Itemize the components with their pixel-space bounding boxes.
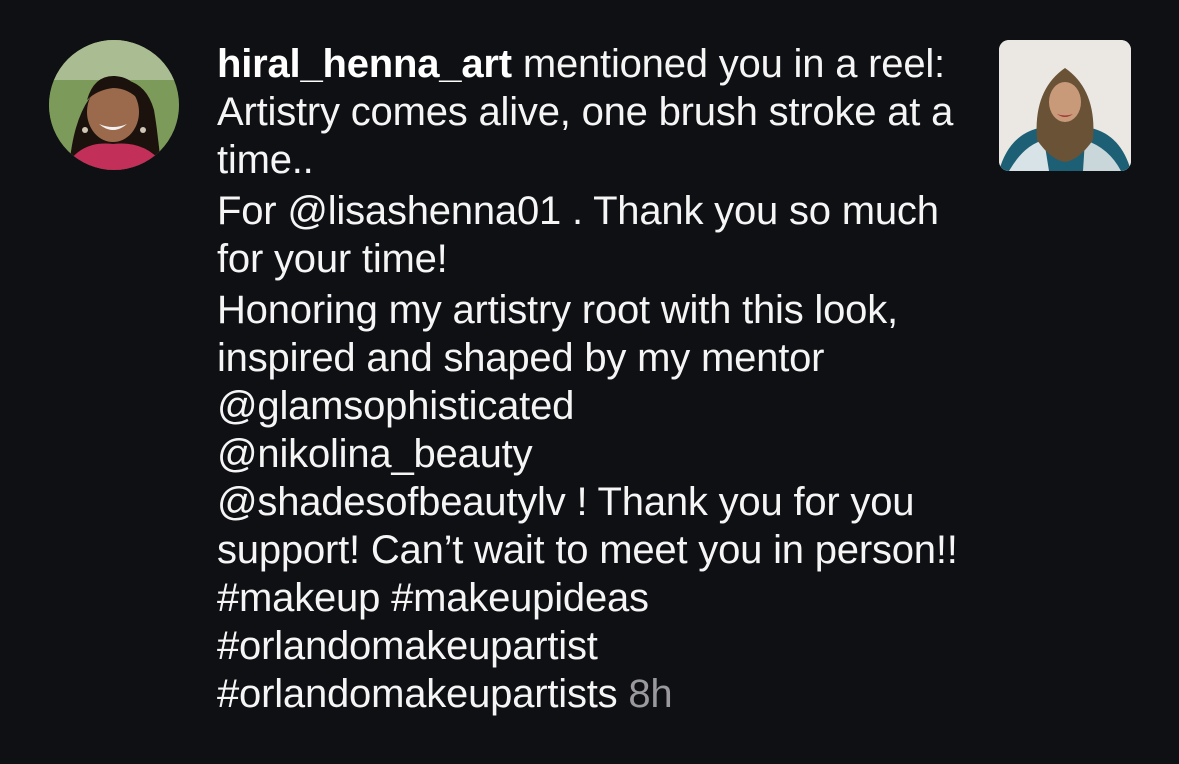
reel-thumbnail-photo-icon — [999, 40, 1131, 171]
reel-thumbnail[interactable] — [999, 40, 1131, 171]
caption-text-3e: #orlandomakeupartists — [217, 672, 618, 716]
caption-text-3c: @shadesofbeautylv ! Thank you for you su… — [217, 480, 958, 620]
caption-text-3d: #orlandomakeupartist — [217, 624, 598, 668]
caption-line-2: For @lisashenna01 . Thank you so much fo… — [217, 189, 939, 281]
user-avatar[interactable] — [49, 40, 179, 170]
timestamp: 8h — [628, 672, 673, 716]
notification-item[interactable]: hiral_henna_art mentioned you in a reel:… — [0, 0, 1179, 764]
avatar-photo-icon — [49, 40, 179, 170]
caption-line-3: Honoring my artistry root with this look… — [217, 286, 977, 718]
caption-text-3a: Honoring my artistry root with this look… — [217, 288, 898, 428]
username-link[interactable]: hiral_henna_art — [217, 42, 512, 86]
mention-paragraph: hiral_henna_art mentioned you in a reel:… — [217, 40, 977, 184]
caption-text-3b: @nikolina_beauty — [217, 432, 533, 476]
notification-text: hiral_henna_art mentioned you in a reel:… — [217, 40, 977, 721]
